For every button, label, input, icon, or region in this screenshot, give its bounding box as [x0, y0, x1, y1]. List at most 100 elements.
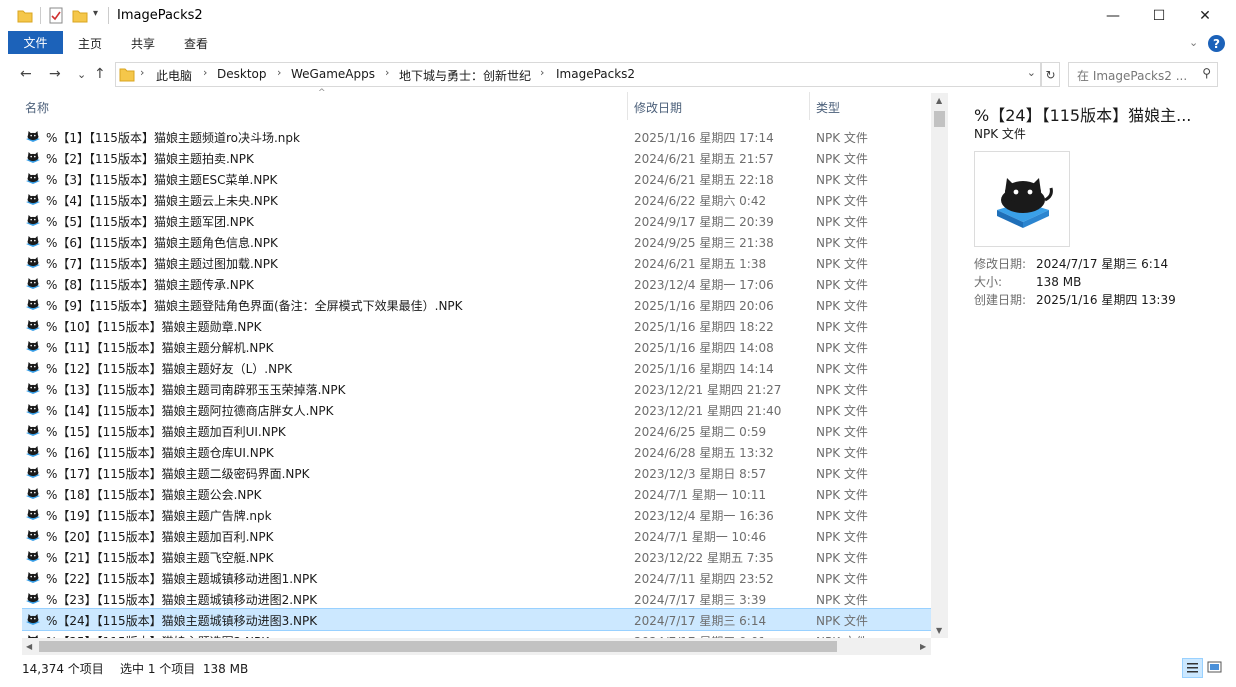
file-row[interactable]: %【3】【115版本】猫娘主题ESC菜单.NPK 2024/6/21 星期五 22… — [22, 168, 931, 189]
customize-toolbar-icon[interactable]: ▾ — [93, 8, 98, 19]
file-row[interactable]: %【16】【115版本】猫娘主题仓库UI.NPK 2024/6/28 星期五 13… — [22, 441, 931, 462]
help-icon[interactable]: ? — [1208, 35, 1225, 52]
properties-icon[interactable] — [48, 7, 64, 24]
file-date: 2025/1/16 星期四 18:22 — [634, 320, 774, 334]
tab-share[interactable]: 共享 — [131, 35, 155, 52]
column-header-name[interactable]: 名称 — [25, 99, 49, 129]
file-row[interactable]: %【12】【115版本】猫娘主题好友（L）.NPK 2025/1/16 星期四 1… — [22, 357, 931, 378]
file-type: NPK 文件 — [816, 383, 868, 397]
file-type: NPK 文件 — [816, 530, 868, 544]
file-type: NPK 文件 — [816, 593, 868, 607]
file-row[interactable]: %【23】【115版本】猫娘主题城镇移动进图2.NPK 2024/7/17 星期三… — [22, 588, 931, 609]
column-header-type[interactable]: 类型 — [816, 99, 840, 129]
npk-file-icon — [26, 551, 40, 562]
maximize-button[interactable]: ☐ — [1136, 0, 1182, 31]
file-name: %【16】【115版本】猫娘主题仓库UI.NPK — [46, 446, 274, 460]
file-row[interactable]: %【15】【115版本】猫娘主题加百利UI.NPK 2024/6/25 星期二 0… — [22, 420, 931, 441]
scroll-left-icon[interactable]: ◀ — [26, 642, 32, 651]
details-title: %【24】【115版本】猫娘主... — [974, 106, 1192, 125]
file-name: %【21】【115版本】猫娘主题飞空艇.NPK — [46, 551, 274, 565]
file-row[interactable]: %【2】【115版本】猫娘主题拍卖.NPK 2024/6/21 星期五 21:57… — [22, 147, 931, 168]
npk-file-icon — [26, 131, 40, 142]
file-row[interactable]: %【9】【115版本】猫娘主题登陆角色界面(备注：全屏模式下效果最佳）.NPK 2… — [22, 294, 931, 315]
file-name: %【9】【115版本】猫娘主题登陆角色界面(备注：全屏模式下效果最佳）.NPK — [46, 299, 463, 313]
file-thumbnail — [974, 151, 1070, 247]
address-bar[interactable]: › 此电脑 › Desktop › WeGameApps › 地下城与勇士：创新… — [115, 62, 1041, 87]
file-type: NPK 文件 — [816, 131, 868, 145]
file-row[interactable]: %【6】【115版本】猫娘主题角色信息.NPK 2024/9/25 星期三 21:… — [22, 231, 931, 252]
chevron-right-icon: › — [540, 66, 545, 79]
file-row[interactable]: %【7】【115版本】猫娘主题过图加载.NPK 2024/6/21 星期五 1:3… — [22, 252, 931, 273]
tab-view[interactable]: 查看 — [184, 35, 208, 52]
npk-file-icon — [26, 614, 40, 625]
npk-file-icon — [26, 299, 40, 310]
folder-icon[interactable] — [17, 7, 33, 24]
recent-locations-button[interactable]: ⌄ — [77, 68, 86, 81]
chevron-right-icon: › — [140, 66, 145, 79]
file-date: 2024/9/17 星期二 20:39 — [634, 215, 774, 229]
file-type: NPK 文件 — [816, 467, 868, 481]
column-header-date[interactable]: 修改日期 — [634, 99, 682, 129]
file-date: 2024/6/21 星期五 1:38 — [634, 257, 767, 271]
file-row[interactable]: %【1】【115版本】猫娘主题频道ro决斗场.npk 2025/1/16 星期四 … — [22, 126, 931, 147]
breadcrumb-item[interactable]: 地下城与勇士：创新世纪 — [399, 67, 531, 84]
breadcrumb-item[interactable]: ImagePacks2 — [556, 67, 635, 81]
file-type: NPK 文件 — [816, 341, 868, 355]
file-row[interactable]: %【21】【115版本】猫娘主题飞空艇.NPK 2023/12/22 星期五 7:… — [22, 546, 931, 567]
large-icons-view-icon[interactable] — [1205, 658, 1224, 676]
scroll-up-icon[interactable]: ▲ — [936, 96, 942, 105]
file-row[interactable]: %【19】【115版本】猫娘主题广告牌.npk 2023/12/4 星期一 16:… — [22, 504, 931, 525]
cat-icon — [997, 178, 1053, 228]
file-name: %【2】【115版本】猫娘主题拍卖.NPK — [46, 152, 254, 166]
file-row[interactable]: %【17】【115版本】猫娘主题二级密码界面.NPK 2023/12/3 星期日 … — [22, 462, 931, 483]
details-view-icon[interactable] — [1182, 658, 1203, 678]
meta-label: 大小: — [974, 275, 1003, 289]
file-name: %【5】【115版本】猫娘主题军团.NPK — [46, 215, 254, 229]
up-button[interactable]: ↑ — [94, 66, 106, 82]
breadcrumb-item[interactable]: 此电脑 — [156, 67, 192, 84]
scroll-down-icon[interactable]: ▼ — [936, 626, 942, 635]
tab-home[interactable]: 主页 — [78, 35, 102, 52]
search-input[interactable]: 在 ImagePacks2 ... ⚲ — [1068, 62, 1218, 87]
file-row[interactable]: %【10】【115版本】猫娘主题勋章.NPK 2025/1/16 星期四 18:2… — [22, 315, 931, 336]
back-button[interactable]: ← — [20, 66, 32, 82]
close-button[interactable]: ✕ — [1182, 0, 1228, 31]
file-name: %【8】【115版本】猫娘主题传承.NPK — [46, 278, 254, 292]
chevron-down-icon[interactable]: ⌄ — [1027, 66, 1036, 79]
file-row[interactable]: %【13】【115版本】猫娘主题司南辟邪玉玉荣掉落.NPK 2023/12/21 … — [22, 378, 931, 399]
file-type: NPK 文件 — [816, 236, 868, 250]
new-folder-icon[interactable] — [72, 7, 88, 24]
breadcrumb-item[interactable]: Desktop — [217, 67, 267, 81]
file-row[interactable]: %【18】【115版本】猫娘主题公会.NPK 2024/7/1 星期一 10:11… — [22, 483, 931, 504]
column-divider[interactable] — [809, 92, 810, 120]
file-row[interactable]: %【20】【115版本】猫娘主题加百利.NPK 2024/7/1 星期一 10:4… — [22, 525, 931, 546]
file-name: %【23】【115版本】猫娘主题城镇移动进图2.NPK — [46, 593, 318, 607]
scroll-right-icon[interactable]: ▶ — [920, 642, 926, 651]
file-row[interactable]: %【22】【115版本】猫娘主题城镇移动进图1.NPK 2024/7/11 星期四… — [22, 567, 931, 588]
file-date: 2024/7/17 星期三 3:39 — [634, 593, 767, 607]
file-row[interactable]: %【14】【115版本】猫娘主题阿拉德商店胖女人.NPK 2023/12/21 星… — [22, 399, 931, 420]
file-type: NPK 文件 — [816, 320, 868, 334]
file-row[interactable]: %【8】【115版本】猫娘主题传承.NPK 2023/12/4 星期一 17:06… — [22, 273, 931, 294]
file-row[interactable]: %【11】【115版本】猫娘主题分解机.NPK 2025/1/16 星期四 14:… — [22, 336, 931, 357]
horizontal-scrollbar[interactable]: ◀ ▶ — [22, 638, 931, 655]
file-row[interactable]: %【5】【115版本】猫娘主题军团.NPK 2024/9/17 星期二 20:39… — [22, 210, 931, 231]
scroll-thumb[interactable] — [39, 641, 837, 652]
file-name: %【4】【115版本】猫娘主题云上未央.NPK — [46, 194, 278, 208]
column-divider[interactable] — [627, 92, 628, 120]
npk-file-icon — [26, 257, 40, 268]
file-name: %【19】【115版本】猫娘主题广告牌.npk — [46, 509, 272, 523]
npk-file-icon — [26, 215, 40, 226]
expand-ribbon-icon[interactable]: ⌄ — [1189, 36, 1198, 49]
tab-file[interactable]: 文件 — [8, 31, 63, 54]
forward-button[interactable]: → — [49, 66, 61, 82]
breadcrumb-item[interactable]: WeGameApps — [291, 67, 375, 81]
vertical-scrollbar[interactable]: ▲ ▼ — [931, 93, 948, 638]
minimize-button[interactable]: — — [1090, 0, 1136, 31]
scroll-thumb[interactable] — [934, 111, 945, 127]
refresh-button[interactable]: ↻ — [1041, 62, 1060, 87]
file-row[interactable]: %【4】【115版本】猫娘主题云上未央.NPK 2024/6/22 星期六 0:4… — [22, 189, 931, 210]
file-row[interactable]: %【24】【115版本】猫娘主题城镇移动进图3.NPK 2024/7/17 星期三… — [22, 608, 931, 631]
file-name: %【20】【115版本】猫娘主题加百利.NPK — [46, 530, 274, 544]
file-name: %【15】【115版本】猫娘主题加百利UI.NPK — [46, 425, 286, 439]
